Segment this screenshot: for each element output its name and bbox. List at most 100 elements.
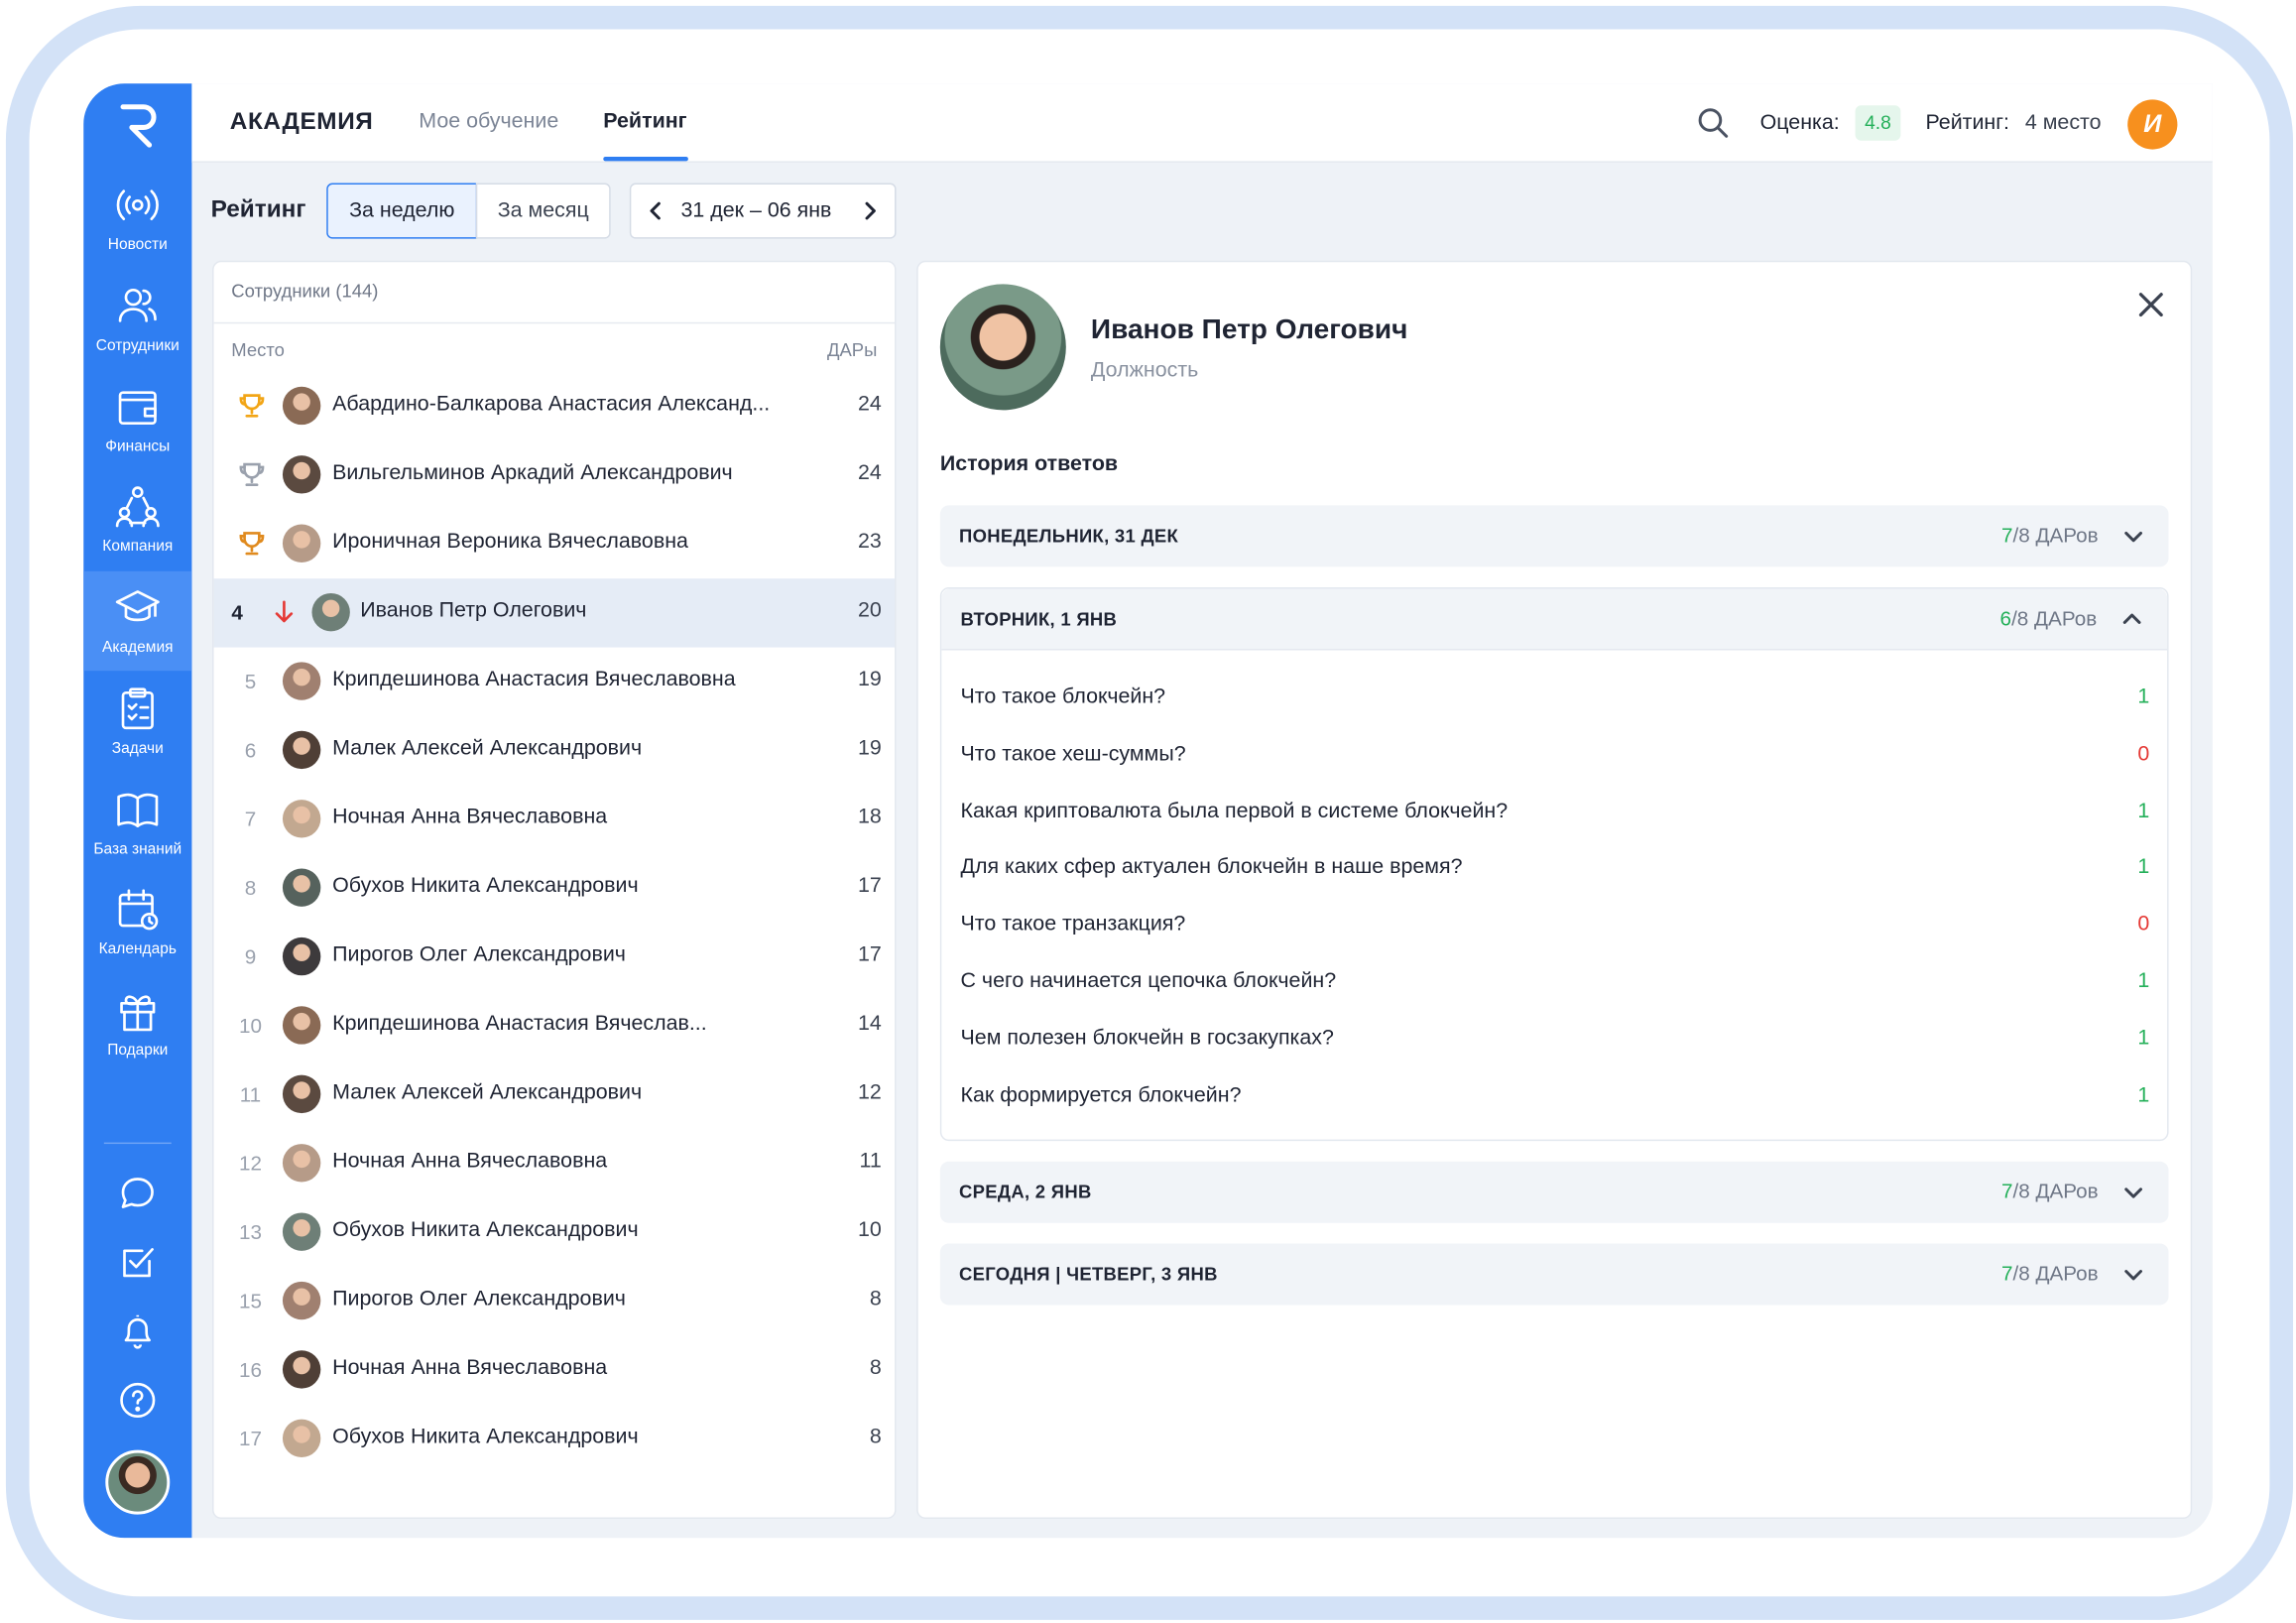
day-accordion-today[interactable]: СЕГОДНЯ | ЧЕТВЕРГ, 3 ЯНВ 7/8 ДАРов <box>939 1243 2169 1306</box>
day-total: /8 ДАРов <box>2012 1179 2099 1203</box>
avatar[interactable] <box>105 1449 171 1515</box>
chevron-right-icon[interactable] <box>857 197 884 224</box>
avatar <box>282 1281 321 1320</box>
sidebar-item-label: Новости <box>107 235 168 254</box>
tab-my-learning[interactable]: Мое обучение <box>419 110 558 134</box>
question-score: 0 <box>2137 913 2150 936</box>
table-row[interactable]: 12 Ночная Анна Вячеславовна 11 <box>214 1129 896 1197</box>
day-accordion-header[interactable]: ВТОРНИК, 1 ЯНВ 6/8 ДАРов <box>941 588 2168 651</box>
employees-count: Сотрудники (144) <box>231 281 379 303</box>
day-accordion-wednesday[interactable]: СРЕДА, 2 ЯНВ 7/8 ДАРов <box>939 1161 2169 1223</box>
day-score: 7/8 ДАРов <box>2001 523 2099 547</box>
score-badge: 4.8 <box>1855 105 1901 141</box>
avatar <box>282 868 321 907</box>
employee-name: Ночная Анна Вячеславовна <box>332 806 608 829</box>
employee-name: Иванов Петр Олегович <box>360 598 587 623</box>
table-row[interactable]: 7 Ночная Анна Вячеславовна 18 <box>214 785 896 853</box>
table-row[interactable]: 10 Крипдешинова Анастасия Вячеслав... 14 <box>214 992 896 1061</box>
points-value: 12 <box>857 1080 882 1105</box>
sidebar-item-academy[interactable]: Академия <box>83 570 192 672</box>
date-range-picker: 31 дек – 06 янв <box>629 183 897 239</box>
gift-icon <box>120 995 156 1032</box>
day-title: СРЕДА, 2 ЯНВ <box>959 1182 1092 1203</box>
sidebar-item-employees[interactable]: Сотрудники <box>83 270 191 369</box>
points-value: 17 <box>857 942 882 967</box>
table-row[interactable]: 9 Пирогов Олег Александрович 17 <box>214 923 896 991</box>
search-icon[interactable] <box>1696 105 1731 140</box>
table-row[interactable]: 15 Пирогов Олег Александрович 8 <box>214 1267 896 1335</box>
points-value: 8 <box>869 1356 882 1380</box>
rating-title: Рейтинг <box>210 195 306 223</box>
trophy-silver-icon <box>239 462 265 487</box>
sidebar-item-gifts[interactable]: Подарки <box>83 974 191 1073</box>
table-row[interactable]: Ироничная Вероника Вячеславовна 23 <box>214 510 896 578</box>
close-icon[interactable] <box>2135 289 2167 320</box>
broadcast-icon <box>116 189 159 221</box>
table-row[interactable]: 17 Обухов Никита Александрович 8 <box>214 1405 896 1473</box>
trophy-gold-icon <box>239 394 265 418</box>
table-row[interactable]: 6 Малек Алексей Александрович 19 <box>214 716 896 785</box>
avatar <box>311 592 350 632</box>
sidebar-item-tasks[interactable]: Задачи <box>83 673 191 772</box>
day-accordion-monday[interactable]: ПОНЕДЕЛЬНИК, 31 ДЕК 7/8 ДАРов <box>939 505 2169 567</box>
checkbox-icon[interactable] <box>116 1241 160 1285</box>
user-avatar-badge[interactable]: И <box>2127 99 2178 150</box>
sidebar-item-company[interactable]: Компания <box>83 470 191 569</box>
rank-place: 13 <box>238 1219 262 1244</box>
points-value: 19 <box>857 736 882 761</box>
avatar <box>282 800 321 838</box>
day-title: СЕГОДНЯ | ЧЕТВЕРГ, 3 ЯНВ <box>959 1264 1218 1285</box>
page-title: АКАДЕМИЯ <box>229 108 374 135</box>
table-row[interactable]: Вильгельминов Аркадий Александрович 24 <box>214 440 896 509</box>
table-row-selected[interactable]: 4 Иванов Петр Олегович 20 <box>213 578 896 648</box>
chat-icon[interactable] <box>116 1172 160 1215</box>
sidebar-item-label: Компания <box>102 537 174 556</box>
divider <box>213 321 896 324</box>
chevron-down-icon <box>2124 1270 2142 1281</box>
table-row[interactable]: 11 Малек Алексей Александрович 12 <box>214 1061 896 1129</box>
employee-name: Абардино-Балкарова Анастасия Александ... <box>332 392 771 417</box>
avatar <box>282 1212 321 1251</box>
chevron-left-icon[interactable] <box>643 197 669 224</box>
question-text: Какая криптовалюта была первой в системе… <box>960 799 1509 823</box>
question-text: Что такое транзакция? <box>960 913 1186 936</box>
question-score: 1 <box>2137 685 2150 709</box>
day-score: 7/8 ДАРов <box>2001 1180 2099 1203</box>
points-value: 14 <box>857 1012 882 1036</box>
tab-rating[interactable]: Рейтинг <box>603 110 686 134</box>
period-month-button[interactable]: За месяц <box>475 183 611 239</box>
points-value: 10 <box>857 1218 882 1242</box>
sidebar-item-label: Сотрудники <box>95 336 180 355</box>
logo-icon[interactable] <box>114 95 161 154</box>
rank-place: 16 <box>238 1357 262 1382</box>
table-row[interactable]: 5 Крипдешинова Анастасия Вячеславовна 19 <box>214 648 896 716</box>
bell-icon[interactable] <box>116 1310 160 1353</box>
employee-name: Обухов Никита Александрович <box>332 1425 639 1449</box>
points-value: 17 <box>857 874 882 899</box>
help-icon[interactable] <box>116 1378 160 1422</box>
rank-place: 7 <box>244 807 257 831</box>
day-correct-count: 7 <box>2001 1261 2013 1285</box>
avatar <box>282 1006 321 1045</box>
chevron-up-icon <box>2122 613 2141 624</box>
table-row[interactable]: 13 Обухов Никита Александрович 10 <box>214 1198 896 1267</box>
table-row[interactable]: 16 Ночная Анна Вячеславовна 8 <box>214 1335 896 1404</box>
sidebar-item-knowledge-base[interactable]: База знаний <box>83 774 191 873</box>
period-week-button[interactable]: За неделю <box>326 183 478 239</box>
sidebar-item-news[interactable]: Новости <box>83 169 191 268</box>
question-score: 1 <box>2137 1026 2150 1051</box>
rank-place: 11 <box>239 1082 262 1106</box>
question-text: Что такое блокчейн? <box>960 685 1166 709</box>
score-label: Оценка: <box>1759 111 1840 135</box>
employee-name: Обухов Никита Александрович <box>332 1218 639 1242</box>
sidebar-item-finance[interactable]: Финансы <box>83 371 191 470</box>
avatar <box>282 386 321 426</box>
day-total: /8 ДАРов <box>2011 606 2098 630</box>
table-row[interactable]: Абардино-Балкарова Анастасия Александ...… <box>214 372 896 440</box>
avatar <box>282 936 321 976</box>
employee-ranking-list: Сотрудники (144) Место ДАРы Абардино-Бал… <box>212 260 897 1520</box>
sidebar-item-calendar[interactable]: Календарь <box>83 873 191 972</box>
table-row[interactable]: 8 Обухов Никита Александрович 17 <box>214 854 896 923</box>
employee-name: Ночная Анна Вячеславовна <box>332 1356 608 1380</box>
points-value: 8 <box>869 1425 882 1449</box>
